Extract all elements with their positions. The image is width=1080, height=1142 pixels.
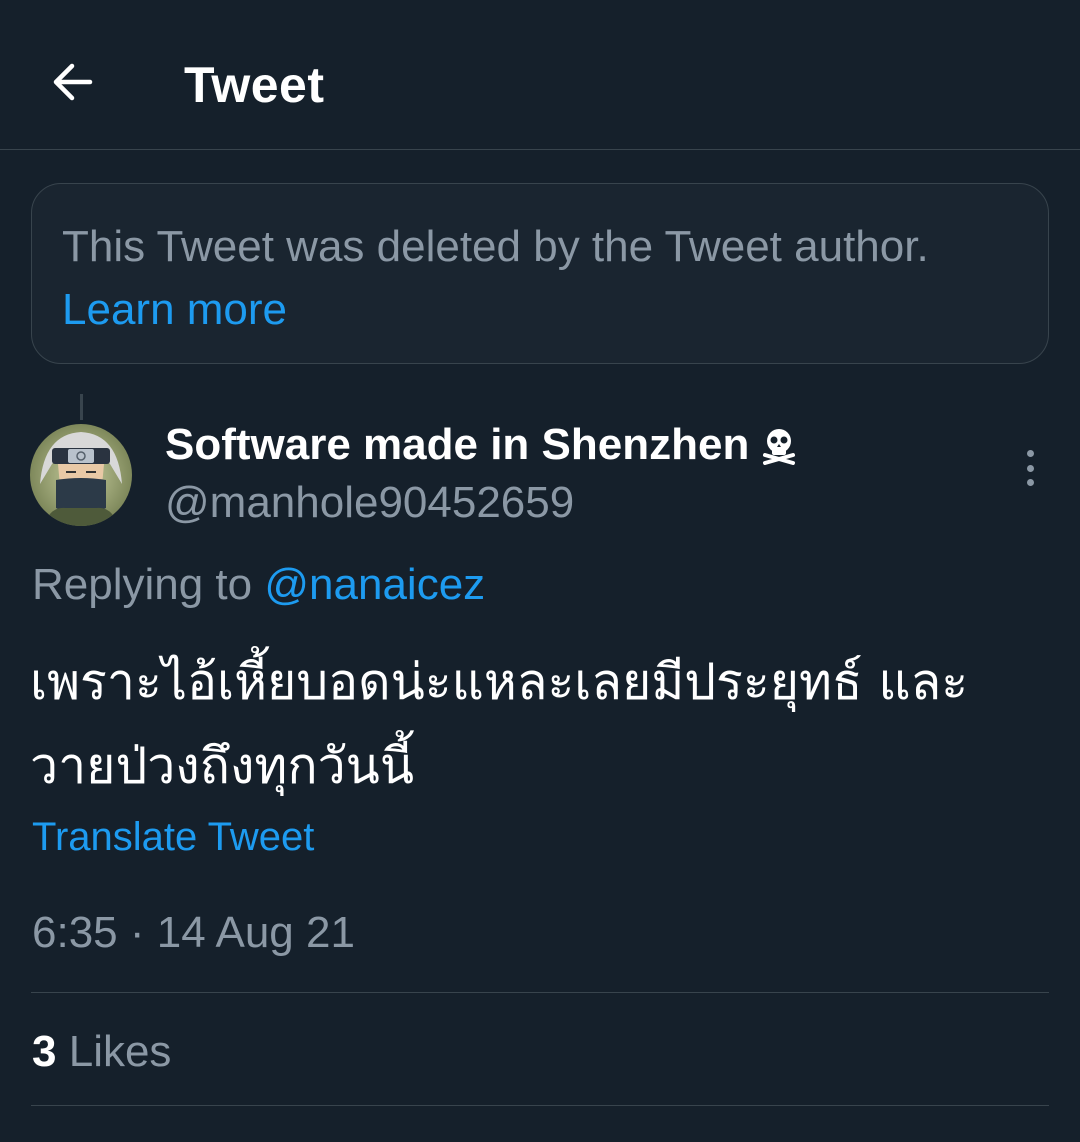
likes-count-link[interactable]: 3 Likes xyxy=(32,1027,171,1077)
learn-more-link[interactable]: Learn more xyxy=(62,285,287,335)
likes-count: 3 xyxy=(32,1027,57,1076)
tweet-text-line: เพราะไอ้เหี้ยบอดน่ะแหละเลยมีประยุทธ์ และ xyxy=(30,653,969,711)
divider xyxy=(31,992,1049,993)
divider xyxy=(31,1105,1049,1106)
page-title: Tweet xyxy=(184,57,325,113)
skull-crossbones-icon xyxy=(759,425,799,465)
thread-connector-line xyxy=(80,394,83,420)
dot xyxy=(1026,450,1034,457)
likes-label: Likes xyxy=(68,1027,172,1076)
replying-prefix: Replying to xyxy=(32,560,253,609)
author-name[interactable]: Software made in Shenzhen xyxy=(165,420,799,470)
avatar[interactable] xyxy=(30,424,132,526)
deleted-tweet-notice: This Tweet was deleted by the Tweet auth… xyxy=(31,183,1049,364)
deleted-notice-text: This Tweet was deleted by the Tweet auth… xyxy=(62,222,929,271)
tweet-timestamp[interactable]: 6:35 · 14 Aug 21 xyxy=(32,908,355,958)
reply-mention-link[interactable]: @nanaicez xyxy=(264,560,485,609)
ninja-avatar-icon xyxy=(30,424,132,526)
top-bar: Tweet xyxy=(0,0,1080,150)
back-button[interactable] xyxy=(40,52,104,112)
dot xyxy=(1026,479,1034,486)
replying-to-line: Replying to @nanaicez xyxy=(32,560,485,610)
tweet-text: เพราะไอ้เหี้ยบอดน่ะแหละเลยมีประยุทธ์ และ… xyxy=(30,640,1050,808)
translate-tweet-link[interactable]: Translate Tweet xyxy=(32,815,314,860)
author-name-text: Software made in Shenzhen xyxy=(165,420,750,469)
tweet-text-line: วายป่วงถึงทุกวันนี้ xyxy=(30,737,415,795)
dot xyxy=(1026,464,1034,472)
arrow-left-icon xyxy=(53,63,93,101)
tweet-detail-page: Tweet This Tweet was deleted by the Twee… xyxy=(0,0,1080,1142)
more-options-button[interactable] xyxy=(1010,446,1050,490)
author-handle[interactable]: @manhole90452659 xyxy=(165,478,574,528)
